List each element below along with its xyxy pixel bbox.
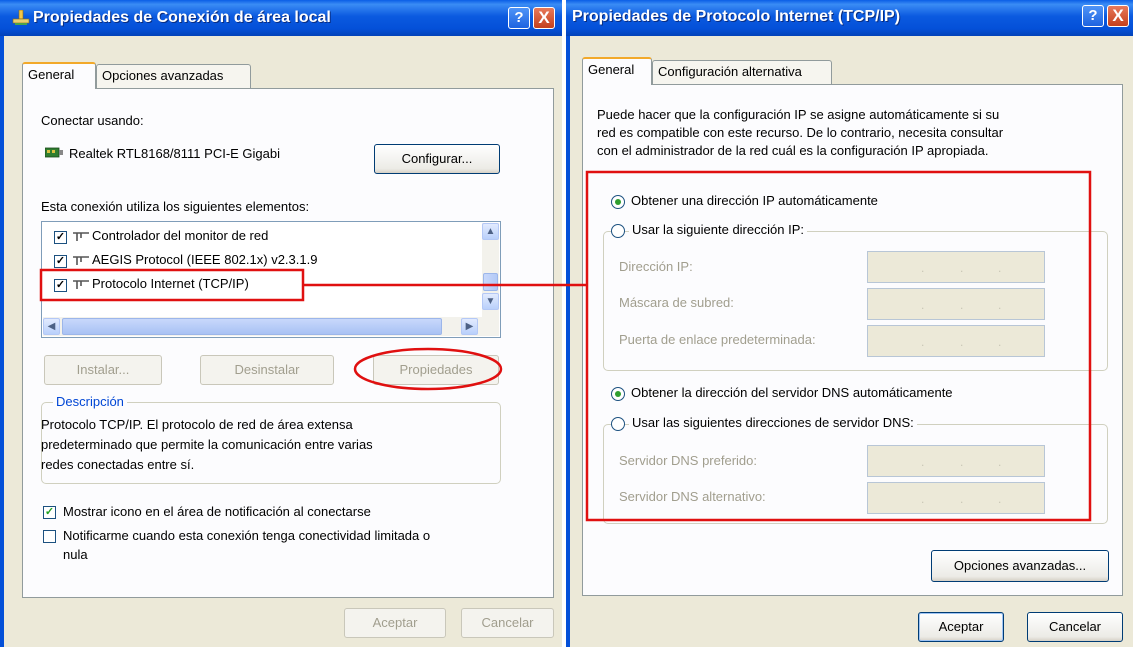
vertical-scrollbar[interactable]: ▲ ▼ <box>482 223 499 317</box>
horizontal-scrollbar[interactable]: ◀ ▶ <box>43 317 499 336</box>
network-component-icon <box>72 255 90 267</box>
dns-manual-label[interactable]: Usar las siguientes direcciones de servi… <box>629 415 917 430</box>
ip-address-field[interactable]: ... <box>867 251 1045 283</box>
close-button[interactable]: X <box>1107 5 1129 27</box>
subnet-mask-field[interactable]: ... <box>867 288 1045 320</box>
lan-properties-titlebar[interactable]: Propiedades de Conexión de área local ? … <box>0 0 562 36</box>
dns-manual-radio[interactable] <box>611 417 625 431</box>
ok-button[interactable]: Aceptar <box>344 608 446 638</box>
help-button[interactable]: ? <box>1082 5 1104 27</box>
scroll-thumb[interactable] <box>483 273 498 291</box>
default-gateway-label: Puerta de enlace predeterminada: <box>619 332 816 347</box>
scroll-down-arrow-icon[interactable]: ▼ <box>482 293 499 310</box>
close-button[interactable]: X <box>533 7 555 29</box>
tcpip-properties-titlebar[interactable]: Propiedades de Protocolo Internet (TCP/I… <box>566 0 1133 36</box>
help-button[interactable]: ? <box>508 7 530 29</box>
scroll-right-arrow-icon[interactable]: ▶ <box>461 318 478 335</box>
adapter-name: Realtek RTL8168/8111 PCI-E Gigabi <box>69 146 281 161</box>
adapter-card-icon <box>44 147 63 159</box>
alternate-dns-field[interactable]: ... <box>867 482 1045 514</box>
tab-general[interactable]: General <box>582 57 652 85</box>
preferred-dns-field[interactable]: ... <box>867 445 1045 477</box>
ok-button[interactable]: Aceptar <box>918 612 1004 642</box>
window-frame-left <box>566 36 570 647</box>
components-listbox[interactable]: ✓ Controlador del monitor de red ✓ AEGIS… <box>41 221 501 338</box>
ip-manual-label[interactable]: Usar la siguiente dirección IP: <box>629 222 807 237</box>
ip-manual-radio[interactable] <box>611 224 625 238</box>
window-title: Propiedades de Conexión de área local <box>33 9 331 26</box>
item-checkbox[interactable]: ✓ <box>54 279 67 292</box>
network-component-icon <box>72 279 90 291</box>
tab-alternate-configuration[interactable]: Configuración alternativa <box>652 60 832 85</box>
tcpip-properties-window: Propiedades de Protocolo Internet (TCP/I… <box>566 0 1133 647</box>
scroll-up-arrow-icon[interactable]: ▲ <box>482 223 499 240</box>
window-title: Propiedades de Protocolo Internet (TCP/I… <box>572 8 901 25</box>
item-checkbox[interactable]: ✓ <box>54 231 67 244</box>
install-button[interactable]: Instalar... <box>44 355 162 385</box>
list-item-selected[interactable]: Protocolo Internet (TCP/IP) <box>92 276 249 291</box>
cancel-button[interactable]: Cancelar <box>461 608 554 638</box>
notify-checkbox[interactable] <box>43 530 56 543</box>
general-tab-page: Conectar usando: Realtek RTL8168/8111 PC… <box>22 88 554 598</box>
properties-button[interactable]: Propiedades <box>373 355 499 385</box>
tab-advanced-options[interactable]: Opciones avanzadas <box>96 64 251 89</box>
lan-properties-window: Propiedades de Conexión de área local ? … <box>0 0 562 647</box>
ip-auto-label[interactable]: Obtener una dirección IP automáticamente <box>631 193 878 208</box>
intro-text-line: Puede hacer que la configuración IP se a… <box>597 107 1000 122</box>
network-icon <box>12 9 30 26</box>
intro-text-line: red es compatible con este recurso. De l… <box>597 125 1004 140</box>
item-checkbox[interactable]: ✓ <box>54 255 67 268</box>
alternate-dns-label: Servidor DNS alternativo: <box>619 489 766 504</box>
configure-button[interactable]: Configurar... <box>374 144 500 174</box>
ip-auto-radio[interactable] <box>611 195 625 209</box>
advanced-options-button[interactable]: Opciones avanzadas... <box>931 550 1109 582</box>
notify-label-continued: nula <box>63 547 88 562</box>
show-icon-label[interactable]: Mostrar icono en el área de notificación… <box>63 504 371 519</box>
default-gateway-field[interactable]: ... <box>867 325 1045 357</box>
scroll-left-arrow-icon[interactable]: ◀ <box>43 318 60 335</box>
tab-general[interactable]: General <box>22 62 96 89</box>
network-component-icon <box>72 231 90 243</box>
connect-using-label: Conectar usando: <box>41 113 144 128</box>
cancel-button[interactable]: Cancelar <box>1027 612 1123 642</box>
notify-label[interactable]: Notificarme cuando esta conexión tenga c… <box>63 528 430 543</box>
dns-auto-radio[interactable] <box>611 387 625 401</box>
description-line: redes conectadas entre sí. <box>41 457 195 472</box>
general-tab-page: Puede hacer que la configuración IP se a… <box>582 84 1123 596</box>
uninstall-button[interactable]: Desinstalar <box>200 355 334 385</box>
description-line: predeterminado que permite la comunicaci… <box>41 437 373 452</box>
elements-label: Esta conexión utiliza los siguientes ele… <box>41 199 310 214</box>
description-line: Protocolo TCP/IP. El protocolo de red de… <box>41 417 353 432</box>
window-frame-left <box>0 36 4 647</box>
horizontal-scroll-thumb[interactable] <box>62 318 442 335</box>
intro-text-line: con el administrador de la red cuál es l… <box>597 143 989 158</box>
list-item[interactable]: AEGIS Protocol (IEEE 802.1x) v2.3.1.9 <box>92 252 317 267</box>
list-item[interactable]: Controlador del monitor de red <box>92 228 268 243</box>
subnet-mask-label: Máscara de subred: <box>619 295 734 310</box>
description-title: Descripción <box>53 394 127 409</box>
preferred-dns-label: Servidor DNS preferido: <box>619 453 757 468</box>
dns-auto-label[interactable]: Obtener la dirección del servidor DNS au… <box>631 385 953 400</box>
show-icon-checkbox[interactable]: ✓ <box>43 506 56 519</box>
ip-address-label: Dirección IP: <box>619 259 693 274</box>
